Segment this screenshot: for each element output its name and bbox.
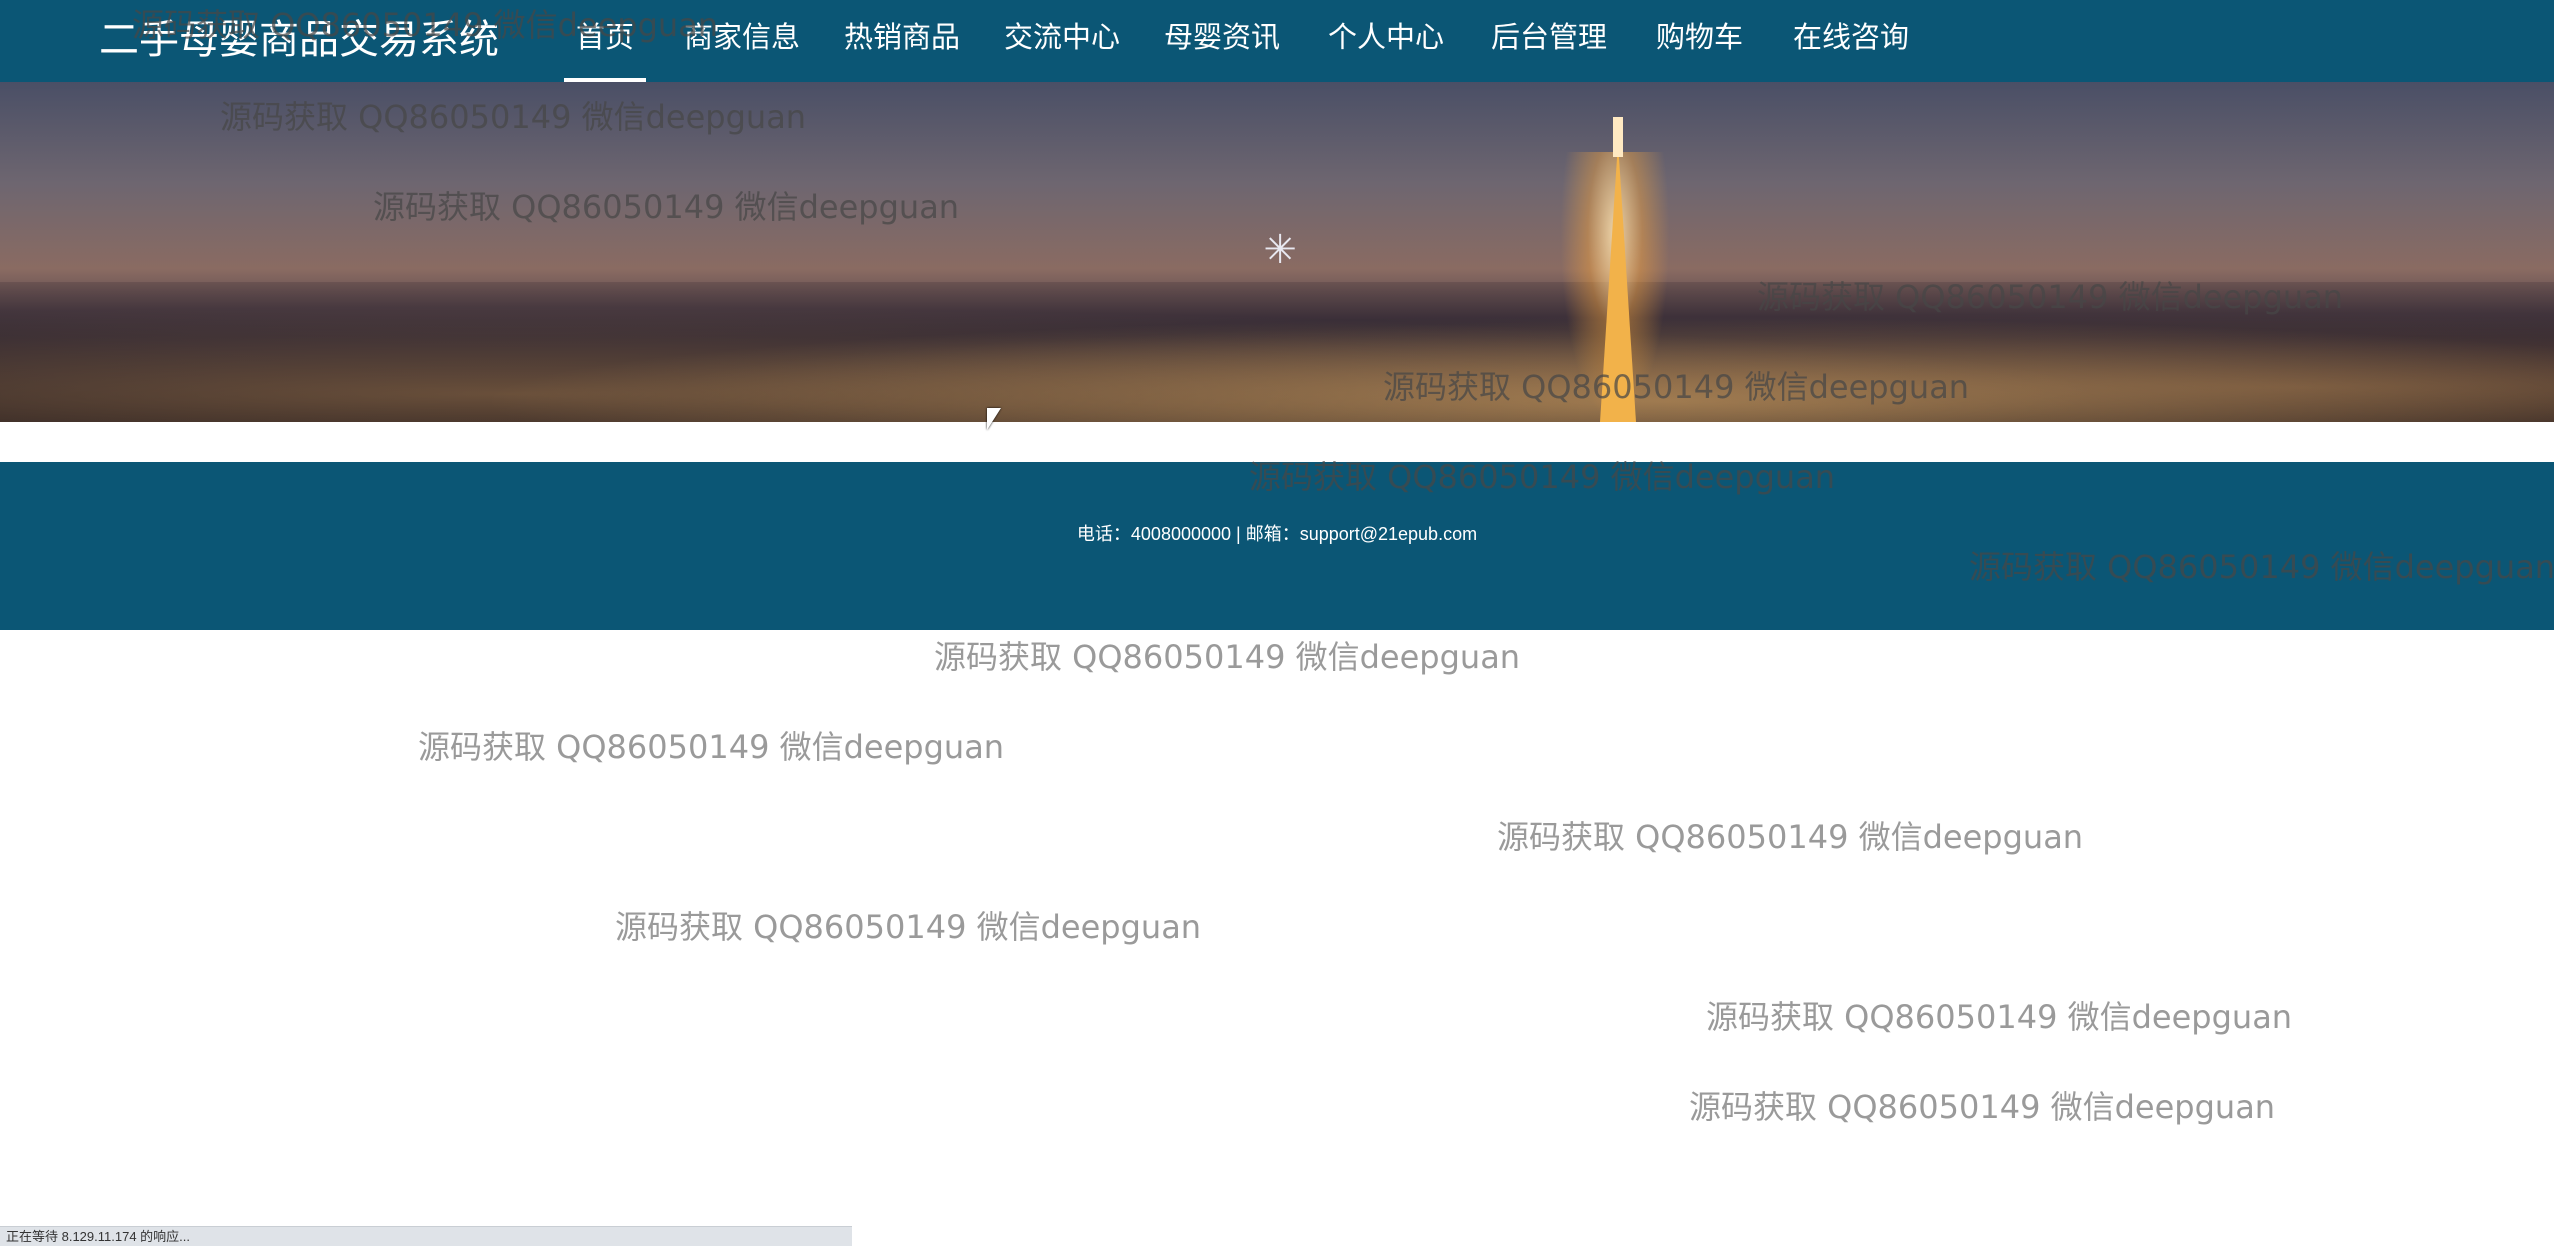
nav-item-merchants[interactable]: 商家信息 xyxy=(684,0,800,82)
browser-status-bar: 正在等待 8.129.11.174 的响应... xyxy=(0,1226,852,1246)
nav-item-home[interactable]: 首页 xyxy=(564,0,647,82)
watermark-text: 源码获取 QQ86050149 微信deepguan xyxy=(934,638,1521,676)
nav-item-admin[interactable]: 后台管理 xyxy=(1491,0,1607,82)
nav-item-online-consult[interactable]: 在线咨询 xyxy=(1793,0,1909,82)
watermark-text: 源码获取 QQ86050149 微信deepguan xyxy=(418,728,1005,766)
tower-image xyxy=(1600,142,1636,422)
nav-item-forum[interactable]: 交流中心 xyxy=(1004,0,1120,82)
city-skyline-image xyxy=(0,282,2554,422)
tower-tip xyxy=(1613,117,1623,157)
footer-contact: 电话：4008000000 | 邮箱：support@21epub.com xyxy=(1076,524,1478,544)
top-navbar: 二手母婴商品交易系统 首页 商家信息 热销商品 交流中心 母婴资讯 个人中心 后… xyxy=(0,0,2554,82)
site-footer: 电话：4008000000 | 邮箱：support@21epub.com xyxy=(0,462,2554,630)
hero-banner[interactable]: ✳ xyxy=(0,82,2554,422)
loading-spinner-icon: ✳ xyxy=(1263,227,1297,273)
nav-item-cart[interactable]: 购物车 xyxy=(1656,0,1743,82)
watermark-text: 源码获取 QQ86050149 微信deepguan xyxy=(1706,998,2293,1036)
watermark-text: 源码获取 QQ86050149 微信deepguan xyxy=(1689,1088,2276,1126)
page: 二手母婴商品交易系统 首页 商家信息 热销商品 交流中心 母婴资讯 个人中心 后… xyxy=(0,0,2554,1246)
nav-item-hot-products[interactable]: 热销商品 xyxy=(844,0,960,82)
watermark-text: 源码获取 QQ86050149 微信deepguan xyxy=(615,908,1202,946)
watermark-text: 源码获取 QQ86050149 微信deepguan xyxy=(1497,818,2084,856)
mouse-cursor-icon xyxy=(987,408,1001,430)
site-brand[interactable]: 二手母婴商品交易系统 xyxy=(99,10,499,70)
nav-item-profile[interactable]: 个人中心 xyxy=(1328,0,1444,82)
nav-item-news[interactable]: 母婴资讯 xyxy=(1164,0,1280,82)
